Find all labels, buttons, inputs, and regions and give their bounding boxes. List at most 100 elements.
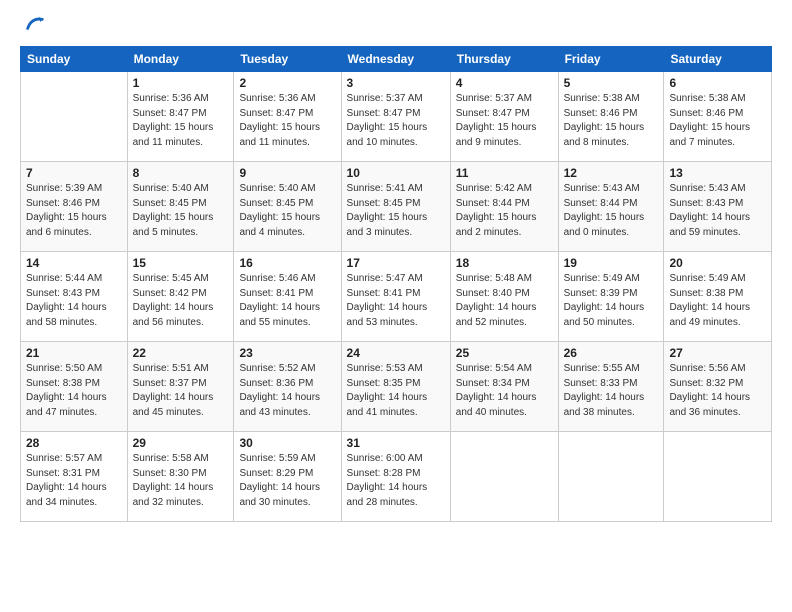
day-number: 3 bbox=[347, 76, 445, 90]
day-info: Sunrise: 5:45 AMSunset: 8:42 PMDaylight:… bbox=[133, 272, 229, 330]
day-number: 5 bbox=[564, 76, 659, 90]
calendar-cell: 2 Sunrise: 5:36 AMSunset: 8:47 PMDaylight… bbox=[234, 72, 341, 162]
calendar-cell bbox=[558, 432, 664, 522]
calendar-header: SundayMondayTuesdayWednesdayThursdayFrid… bbox=[21, 47, 772, 72]
day-info: Sunrise: 5:47 AMSunset: 8:41 PMDaylight:… bbox=[347, 272, 445, 330]
day-info: Sunrise: 5:54 AMSunset: 8:34 PMDaylight:… bbox=[456, 362, 553, 420]
day-info: Sunrise: 5:36 AMSunset: 8:47 PMDaylight:… bbox=[239, 92, 335, 150]
header-day-friday: Friday bbox=[558, 47, 664, 72]
day-info: Sunrise: 5:56 AMSunset: 8:32 PMDaylight:… bbox=[669, 362, 766, 420]
day-number: 30 bbox=[239, 436, 335, 450]
header-day-saturday: Saturday bbox=[664, 47, 772, 72]
day-info: Sunrise: 5:39 AMSunset: 8:46 PMDaylight:… bbox=[26, 182, 122, 240]
week-row-1: 7 Sunrise: 5:39 AMSunset: 8:46 PMDaylight… bbox=[21, 162, 772, 252]
day-number: 8 bbox=[133, 166, 229, 180]
calendar-cell: 19 Sunrise: 5:49 AMSunset: 8:39 PMDayligh… bbox=[558, 252, 664, 342]
day-info: Sunrise: 5:42 AMSunset: 8:44 PMDaylight:… bbox=[456, 182, 553, 240]
day-info: Sunrise: 5:40 AMSunset: 8:45 PMDaylight:… bbox=[133, 182, 229, 240]
day-info: Sunrise: 5:57 AMSunset: 8:31 PMDaylight:… bbox=[26, 452, 122, 510]
calendar-cell bbox=[21, 72, 128, 162]
day-number: 12 bbox=[564, 166, 659, 180]
day-number: 18 bbox=[456, 256, 553, 270]
day-info: Sunrise: 5:49 AMSunset: 8:38 PMDaylight:… bbox=[669, 272, 766, 330]
day-number: 29 bbox=[133, 436, 229, 450]
day-number: 26 bbox=[564, 346, 659, 360]
header-day-thursday: Thursday bbox=[450, 47, 558, 72]
calendar-cell: 27 Sunrise: 5:56 AMSunset: 8:32 PMDayligh… bbox=[664, 342, 772, 432]
day-number: 11 bbox=[456, 166, 553, 180]
day-number: 13 bbox=[669, 166, 766, 180]
calendar-cell: 12 Sunrise: 5:43 AMSunset: 8:44 PMDayligh… bbox=[558, 162, 664, 252]
calendar-cell: 30Sunrise: 5:59 AMSunset: 8:29 PMDayligh… bbox=[234, 432, 341, 522]
calendar-cell: 25 Sunrise: 5:54 AMSunset: 8:34 PMDayligh… bbox=[450, 342, 558, 432]
day-number: 22 bbox=[133, 346, 229, 360]
calendar-cell: 4 Sunrise: 5:37 AMSunset: 8:47 PMDaylight… bbox=[450, 72, 558, 162]
page: SundayMondayTuesdayWednesdayThursdayFrid… bbox=[0, 0, 792, 612]
calendar-cell: 26 Sunrise: 5:55 AMSunset: 8:33 PMDayligh… bbox=[558, 342, 664, 432]
calendar-cell: 21 Sunrise: 5:50 AMSunset: 8:38 PMDayligh… bbox=[21, 342, 128, 432]
calendar-table: SundayMondayTuesdayWednesdayThursdayFrid… bbox=[20, 46, 772, 522]
calendar-cell: 24 Sunrise: 5:53 AMSunset: 8:35 PMDayligh… bbox=[341, 342, 450, 432]
calendar-cell: 29 Sunrise: 5:58 AMSunset: 8:30 PMDayligh… bbox=[127, 432, 234, 522]
header bbox=[20, 16, 772, 34]
header-day-monday: Monday bbox=[127, 47, 234, 72]
day-info: Sunrise: 5:37 AMSunset: 8:47 PMDaylight:… bbox=[347, 92, 445, 150]
header-day-tuesday: Tuesday bbox=[234, 47, 341, 72]
calendar-cell: 14 Sunrise: 5:44 AMSunset: 8:43 PMDayligh… bbox=[21, 252, 128, 342]
day-info: Sunrise: 5:55 AMSunset: 8:33 PMDaylight:… bbox=[564, 362, 659, 420]
calendar-cell: 31 Sunrise: 6:00 AMSunset: 8:28 PMDayligh… bbox=[341, 432, 450, 522]
week-row-2: 14 Sunrise: 5:44 AMSunset: 8:43 PMDayligh… bbox=[21, 252, 772, 342]
calendar-cell: 23 Sunrise: 5:52 AMSunset: 8:36 PMDayligh… bbox=[234, 342, 341, 432]
day-info: Sunrise: 5:49 AMSunset: 8:39 PMDaylight:… bbox=[564, 272, 659, 330]
day-info: Sunrise: 5:43 AMSunset: 8:43 PMDaylight:… bbox=[669, 182, 766, 240]
day-number: 4 bbox=[456, 76, 553, 90]
day-number: 24 bbox=[347, 346, 445, 360]
calendar-cell: 15 Sunrise: 5:45 AMSunset: 8:42 PMDayligh… bbox=[127, 252, 234, 342]
week-row-3: 21 Sunrise: 5:50 AMSunset: 8:38 PMDayligh… bbox=[21, 342, 772, 432]
day-info: Sunrise: 5:43 AMSunset: 8:44 PMDaylight:… bbox=[564, 182, 659, 240]
day-info: Sunrise: 5:36 AMSunset: 8:47 PMDaylight:… bbox=[133, 92, 229, 150]
day-info: Sunrise: 5:52 AMSunset: 8:36 PMDaylight:… bbox=[239, 362, 335, 420]
day-number: 10 bbox=[347, 166, 445, 180]
calendar-cell: 22Sunrise: 5:51 AMSunset: 8:37 PMDayligh… bbox=[127, 342, 234, 432]
day-info: Sunrise: 5:58 AMSunset: 8:30 PMDaylight:… bbox=[133, 452, 229, 510]
day-info: Sunrise: 5:37 AMSunset: 8:47 PMDaylight:… bbox=[456, 92, 553, 150]
calendar-cell: 20 Sunrise: 5:49 AMSunset: 8:38 PMDayligh… bbox=[664, 252, 772, 342]
day-info: Sunrise: 5:41 AMSunset: 8:45 PMDaylight:… bbox=[347, 182, 445, 240]
day-number: 15 bbox=[133, 256, 229, 270]
day-number: 27 bbox=[669, 346, 766, 360]
day-number: 23 bbox=[239, 346, 335, 360]
calendar-cell: 13 Sunrise: 5:43 AMSunset: 8:43 PMDayligh… bbox=[664, 162, 772, 252]
calendar-cell: 10 Sunrise: 5:41 AMSunset: 8:45 PMDayligh… bbox=[341, 162, 450, 252]
day-number: 19 bbox=[564, 256, 659, 270]
calendar-cell: 1Sunrise: 5:36 AMSunset: 8:47 PMDaylight… bbox=[127, 72, 234, 162]
calendar-cell: 11 Sunrise: 5:42 AMSunset: 8:44 PMDayligh… bbox=[450, 162, 558, 252]
day-number: 20 bbox=[669, 256, 766, 270]
day-number: 7 bbox=[26, 166, 122, 180]
day-info: Sunrise: 5:48 AMSunset: 8:40 PMDaylight:… bbox=[456, 272, 553, 330]
day-info: Sunrise: 5:44 AMSunset: 8:43 PMDaylight:… bbox=[26, 272, 122, 330]
day-number: 25 bbox=[456, 346, 553, 360]
calendar-cell: 9Sunrise: 5:40 AMSunset: 8:45 PMDaylight… bbox=[234, 162, 341, 252]
logo-text bbox=[20, 16, 46, 34]
header-day-sunday: Sunday bbox=[21, 47, 128, 72]
day-number: 16 bbox=[239, 256, 335, 270]
calendar-cell: 17Sunrise: 5:47 AMSunset: 8:41 PMDayligh… bbox=[341, 252, 450, 342]
day-info: Sunrise: 5:38 AMSunset: 8:46 PMDaylight:… bbox=[669, 92, 766, 150]
week-row-4: 28Sunrise: 5:57 AMSunset: 8:31 PMDayligh… bbox=[21, 432, 772, 522]
day-info: Sunrise: 5:53 AMSunset: 8:35 PMDaylight:… bbox=[347, 362, 445, 420]
day-number: 21 bbox=[26, 346, 122, 360]
logo bbox=[20, 16, 46, 34]
day-info: Sunrise: 5:50 AMSunset: 8:38 PMDaylight:… bbox=[26, 362, 122, 420]
day-info: Sunrise: 5:40 AMSunset: 8:45 PMDaylight:… bbox=[239, 182, 335, 240]
calendar-cell: 7 Sunrise: 5:39 AMSunset: 8:46 PMDaylight… bbox=[21, 162, 128, 252]
calendar-cell: 8 Sunrise: 5:40 AMSunset: 8:45 PMDaylight… bbox=[127, 162, 234, 252]
calendar-cell: 6Sunrise: 5:38 AMSunset: 8:46 PMDaylight… bbox=[664, 72, 772, 162]
day-number: 2 bbox=[239, 76, 335, 90]
day-number: 14 bbox=[26, 256, 122, 270]
day-info: Sunrise: 6:00 AMSunset: 8:28 PMDaylight:… bbox=[347, 452, 445, 510]
day-info: Sunrise: 5:46 AMSunset: 8:41 PMDaylight:… bbox=[239, 272, 335, 330]
day-number: 31 bbox=[347, 436, 445, 450]
day-info: Sunrise: 5:38 AMSunset: 8:46 PMDaylight:… bbox=[564, 92, 659, 150]
calendar-cell bbox=[664, 432, 772, 522]
